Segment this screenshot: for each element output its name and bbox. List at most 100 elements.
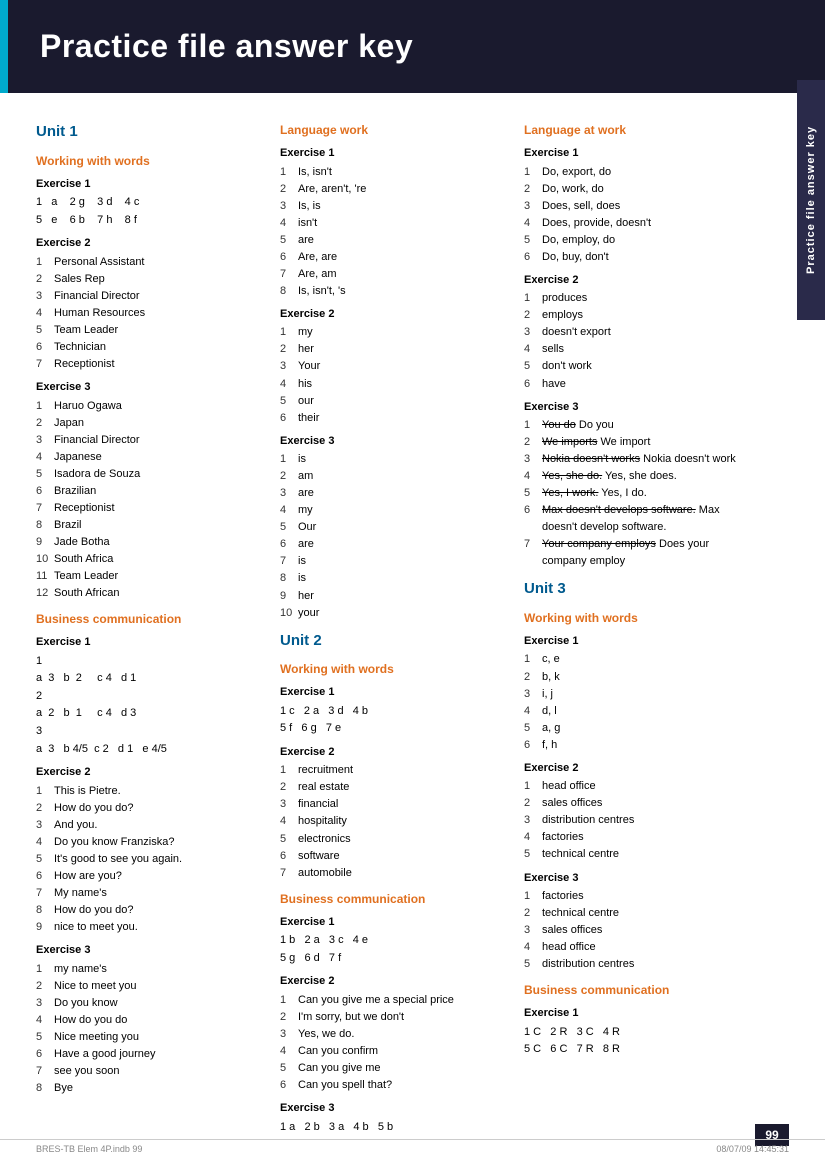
list-item: 6f, h xyxy=(524,737,754,754)
list-item: 2Do, work, do xyxy=(524,181,754,198)
exercise-label: Exercise 3 xyxy=(524,870,754,887)
unit2-bcomm-ex1: 1 b 2 a 3 c 4 e 5 g 6 d 7 f xyxy=(280,932,500,967)
section-business-communication-2: Business communication xyxy=(280,890,500,908)
list-item: 1This is Pietre. xyxy=(36,783,256,800)
list-item: 1Haruo Ogawa xyxy=(36,398,256,415)
list-item: 5don't work xyxy=(524,358,754,375)
list-item: 5Do, employ, do xyxy=(524,232,754,249)
exercise-3-list: 1Haruo Ogawa 2Japan 3Financial Director … xyxy=(36,398,256,603)
exercise-label: Exercise 2 xyxy=(524,760,754,777)
exercise-label: Exercise 1 xyxy=(280,914,500,931)
list-item: 7Your company employs Does your company … xyxy=(524,536,754,570)
list-item: 5are xyxy=(280,232,500,249)
list-item: 7Receptionist xyxy=(36,500,256,517)
section-working-with-words-3: Working with words xyxy=(524,609,754,627)
list-item: 6have xyxy=(524,376,754,393)
list-item: 5electronics xyxy=(280,831,500,848)
list-item: 3Your xyxy=(280,358,500,375)
page-header: Practice file answer key xyxy=(0,0,825,93)
exercise-label: Exercise 1 xyxy=(280,684,500,701)
list-item: 2b, k xyxy=(524,669,754,686)
lang-ex3-list: 1is 2am 3are 4my 5Our 6are 7is 8is 9her … xyxy=(280,451,500,621)
list-item: 4Yes, she do. Yes, she does. xyxy=(524,468,754,485)
list-item: 3doesn't export xyxy=(524,324,754,341)
list-item: 4isn't xyxy=(280,215,500,232)
footer-left: BRES-TB Elem 4P.indb 99 xyxy=(36,1144,142,1154)
section-business-communication-3: Business communication xyxy=(524,981,754,999)
list-item: 4Can you confirm xyxy=(280,1043,500,1060)
list-item: 3i, j xyxy=(524,686,754,703)
list-item: 3Financial Director xyxy=(36,288,256,305)
list-item: 4head office xyxy=(524,939,754,956)
list-item: 4hospitality xyxy=(280,813,500,830)
list-item: 3Is, is xyxy=(280,198,500,215)
list-item: 2Are, aren't, 're xyxy=(280,181,500,198)
bcomm-ex2-list: 1This is Pietre. 2How do you do? 3And yo… xyxy=(36,783,256,936)
list-item: 8is xyxy=(280,570,500,587)
exercise-label: Exercise 2 xyxy=(36,764,256,781)
list-item: 6Can you spell that? xyxy=(280,1077,500,1094)
column-1: Unit 1 Working with words Exercise 1 1 a… xyxy=(36,113,256,1138)
list-item: 1Is, isn't xyxy=(280,164,500,181)
exercise-1-answers: 1 a 2 g 3 d 4 c 5 e 6 b 7 h 8 f xyxy=(36,194,256,229)
list-item: 4factories xyxy=(524,829,754,846)
page-footer: BRES-TB Elem 4P.indb 99 08/07/09 14:45:3… xyxy=(0,1139,825,1158)
section-working-with-words-2: Working with words xyxy=(280,660,500,678)
unit-3-title: Unit 3 xyxy=(524,578,754,601)
exercise-label: Exercise 1 xyxy=(524,145,754,162)
exercise-label: Exercise 3 xyxy=(36,379,256,396)
list-item: 2employs xyxy=(524,307,754,324)
section-language-at-work-1: Language at work xyxy=(524,121,754,139)
list-item: 2Sales Rep xyxy=(36,271,256,288)
list-item: 6Have a good journey xyxy=(36,1046,256,1063)
list-item: 3distribution centres xyxy=(524,812,754,829)
bcomm-ex1: 1 a 3 b 2 c 4 d 1 2 a 2 b 1 c 4 d 3 3 a … xyxy=(36,653,256,759)
exercise-label: Exercise 3 xyxy=(280,1100,500,1117)
list-item: 4How do you do xyxy=(36,1012,256,1029)
unit3-ex3-list: 1factories 2technical centre 3sales offi… xyxy=(524,888,754,973)
list-item: 8Bye xyxy=(36,1080,256,1097)
list-item: 3Do you know xyxy=(36,995,256,1012)
list-item: 5technical centre xyxy=(524,846,754,863)
header-accent-bar xyxy=(0,0,8,93)
list-item: 2Nice to meet you xyxy=(36,978,256,995)
unit-1-title: Unit 1 xyxy=(36,121,256,144)
list-item: 5It's good to see you again. xyxy=(36,851,256,868)
list-item: 1Do, export, do xyxy=(524,164,754,181)
list-item: 6their xyxy=(280,410,500,427)
list-item: 3are xyxy=(280,485,500,502)
main-content: Unit 1 Working with words Exercise 1 1 a… xyxy=(0,93,825,1158)
list-item: 1You do Do you xyxy=(524,417,754,434)
list-item: 5Isadora de Souza xyxy=(36,466,256,483)
column-3: Language at work Exercise 1 1Do, export,… xyxy=(524,113,754,1138)
list-item: 3Does, sell, does xyxy=(524,198,754,215)
list-item: 1factories xyxy=(524,888,754,905)
list-item: 1head office xyxy=(524,778,754,795)
list-item: 9her xyxy=(280,588,500,605)
list-item: 2real estate xyxy=(280,779,500,796)
list-item: 2her xyxy=(280,341,500,358)
bcomm-ex3-list: 1my name's 2Nice to meet you 3Do you kno… xyxy=(36,961,256,1097)
list-item: 2We imports We import xyxy=(524,434,754,451)
unit2-bcomm-ex3: 1 a 2 b 3 a 4 b 5 b xyxy=(280,1119,500,1137)
exercise-label: Exercise 1 xyxy=(36,176,256,193)
list-item: 7is xyxy=(280,553,500,570)
unit3-bcomm-ex1: 1 C 2 R 3 C 4 R 5 C 6 C 7 R 8 R xyxy=(524,1024,754,1059)
exercise-label: Exercise 2 xyxy=(280,973,500,990)
footer-right: 08/07/09 14:45:31 xyxy=(716,1144,789,1154)
list-item: 4Does, provide, doesn't xyxy=(524,215,754,232)
list-item: 4Japanese xyxy=(36,449,256,466)
list-item: 2technical centre xyxy=(524,905,754,922)
list-item: 7My name's xyxy=(36,885,256,902)
list-item: 1Personal Assistant xyxy=(36,254,256,271)
list-item: 12South African xyxy=(36,585,256,602)
list-item: 8Brazil xyxy=(36,517,256,534)
unit2-bcomm-ex2-list: 1Can you give me a special price 2I'm so… xyxy=(280,992,500,1094)
list-item: 1my name's xyxy=(36,961,256,978)
unit3-ex1-list: 1c, e 2b, k 3i, j 4d, l 5a, g 6f, h xyxy=(524,651,754,753)
list-item: 8How do you do? xyxy=(36,902,256,919)
list-item: 7Are, am xyxy=(280,266,500,283)
section-language-work-1: Language work xyxy=(280,121,500,139)
side-label: Practice file answer key xyxy=(797,80,825,320)
list-item: 3Financial Director xyxy=(36,432,256,449)
